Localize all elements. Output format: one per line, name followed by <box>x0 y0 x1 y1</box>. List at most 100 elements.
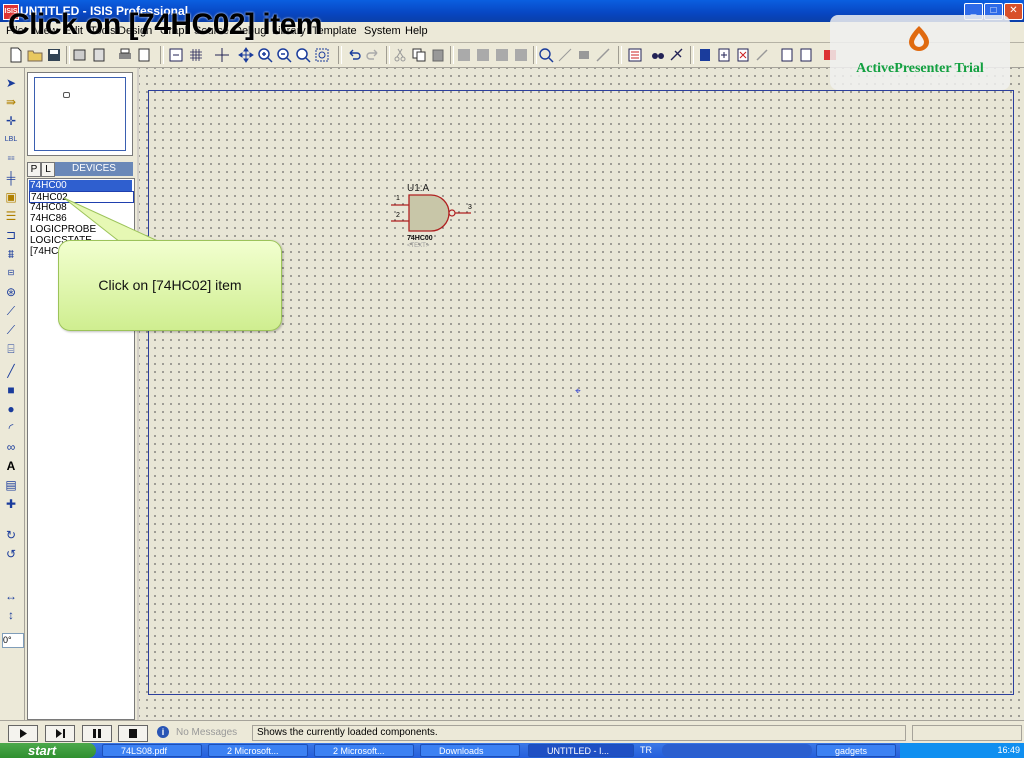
play-button[interactable] <box>8 725 38 742</box>
mirror-x-icon[interactable]: ↔ <box>4 589 18 603</box>
box-tool-icon[interactable]: ■ <box>4 383 18 397</box>
menu-help[interactable]: Help <box>405 25 428 37</box>
menu-system[interactable]: System <box>364 25 401 37</box>
line-tool-icon[interactable]: ╱ <box>4 364 18 378</box>
new-sheet-icon[interactable] <box>697 47 713 63</box>
status-text: Shows the currently loaded components. <box>252 725 906 741</box>
property-tool-icon[interactable] <box>669 47 685 63</box>
text-script-icon[interactable]: ≡≡ <box>4 152 18 166</box>
toolbar-separator <box>533 46 537 64</box>
export-icon[interactable] <box>91 47 107 63</box>
set-area-icon[interactable] <box>136 47 152 63</box>
pick-devices-button[interactable]: P <box>27 162 41 177</box>
package-tool-icon[interactable] <box>576 47 592 63</box>
taskbar-item[interactable]: 2 Microsoft... <box>208 744 308 757</box>
wire-autorouter-icon[interactable] <box>627 47 643 63</box>
device-pins-icon[interactable]: ⊐ <box>4 228 18 242</box>
pause-button[interactable] <box>82 725 112 742</box>
new-file-icon[interactable] <box>8 47 24 63</box>
block-copy-icon[interactable] <box>456 47 472 63</box>
origin-icon[interactable] <box>214 47 230 63</box>
trial-watermark: ActivePresenter Trial <box>830 15 1010 90</box>
media-player-bar[interactable] <box>662 744 812 757</box>
zoom-all-icon[interactable] <box>295 47 311 63</box>
voltage-probe-icon[interactable]: ⟋ <box>4 304 18 318</box>
stop-button[interactable] <box>118 725 148 742</box>
windows-taskbar: start 74LS08.pdf 2 Microsoft... 2 Micros… <box>0 743 1024 758</box>
buses-icon[interactable]: ╪ <box>4 171 18 185</box>
graph-mode-icon[interactable]: ⩩ <box>4 247 18 261</box>
rotate-anticlockwise-icon[interactable]: ↺ <box>4 547 18 561</box>
toolbar-separator <box>450 46 454 64</box>
arc-tool-icon[interactable]: ◜ <box>4 421 18 435</box>
library-manager-button[interactable]: L <box>41 162 55 177</box>
save-icon[interactable] <box>46 47 62 63</box>
taskbar-item[interactable]: Downloads <box>420 744 520 757</box>
copy-icon[interactable] <box>411 47 427 63</box>
grid-icon[interactable] <box>188 47 204 63</box>
terminals-icon[interactable]: ☰ <box>4 209 18 223</box>
start-button[interactable]: start <box>0 743 96 758</box>
path-tool-icon[interactable]: ∞ <box>4 440 18 454</box>
component-mode-icon[interactable]: ⇛ <box>4 95 18 109</box>
rotate-clockwise-icon[interactable]: ↻ <box>4 528 18 542</box>
make-device-icon[interactable] <box>557 47 573 63</box>
search-tag-icon[interactable] <box>650 47 666 63</box>
redraw-icon[interactable] <box>168 47 184 63</box>
taskbar-item[interactable]: 2 Microsoft... <box>314 744 414 757</box>
virtual-instruments-icon[interactable]: ⌸ <box>4 342 18 356</box>
toolbar-separator <box>338 46 342 64</box>
block-rotate-icon[interactable] <box>494 47 510 63</box>
add-sheet-icon[interactable] <box>716 47 732 63</box>
cut-icon[interactable] <box>392 47 408 63</box>
symbol-tool-icon[interactable]: ▤ <box>4 478 18 492</box>
block-move-icon[interactable] <box>475 47 491 63</box>
schematic-editing-window[interactable]: ⌖ U1:A 1 2 3 74HC00 <TEXT> <box>139 68 1024 720</box>
selection-mode-icon[interactable]: ➤ <box>4 76 18 90</box>
bill-of-materials-icon[interactable] <box>779 47 795 63</box>
paste-icon[interactable] <box>430 47 446 63</box>
tutorial-callout: Click on [74HC02] item <box>58 240 282 331</box>
zoom-area-icon[interactable] <box>314 47 330 63</box>
schematic-grid[interactable]: ⌖ U1:A 1 2 3 74HC00 <TEXT> <box>139 68 1024 718</box>
mode-toolbar: ➤ ⇛ ✛ LBL ≡≡ ╪ ▣ ☰ ⊐ ⩩ ⊟ ⊛ ⟋ ⟋ ⌸ ╱ ■ ● ◜… <box>0 68 25 720</box>
step-button[interactable] <box>45 725 75 742</box>
language-indicator[interactable]: TR <box>640 745 652 755</box>
taskbar-item[interactable]: gadgets <box>816 744 896 757</box>
origin-marker-icon: ⌖ <box>575 386 581 397</box>
taskbar-item[interactable]: 74LS08.pdf <box>102 744 202 757</box>
mirror-y-icon[interactable]: ↕ <box>4 608 18 622</box>
zoom-in-icon[interactable] <box>257 47 273 63</box>
wire-label-icon[interactable]: LBL <box>4 133 18 147</box>
generator-icon[interactable]: ⊛ <box>4 285 18 299</box>
nand-gate-component[interactable]: U1:A 1 2 3 74HC00 <TEXT> <box>389 183 489 253</box>
redo-icon[interactable] <box>365 47 381 63</box>
block-delete-icon[interactable] <box>513 47 529 63</box>
exit-parent-icon[interactable] <box>754 47 770 63</box>
import-icon[interactable] <box>72 47 88 63</box>
tape-recorder-icon[interactable]: ⊟ <box>4 266 18 280</box>
pan-icon[interactable] <box>238 47 254 63</box>
text-tool-icon[interactable]: A <box>4 459 18 473</box>
list-item[interactable]: 74HC00 <box>29 180 132 191</box>
taskbar-item-active[interactable]: UNTITLED - I... <box>528 744 634 757</box>
undo-icon[interactable] <box>346 47 362 63</box>
pick-device-icon[interactable] <box>538 47 554 63</box>
zoom-out-icon[interactable] <box>276 47 292 63</box>
marker-tool-icon[interactable]: ✚ <box>4 497 18 511</box>
component-text-field: <TEXT> <box>407 243 430 249</box>
print-icon[interactable] <box>117 47 133 63</box>
open-folder-icon[interactable] <box>27 47 43 63</box>
electrical-rules-check-icon[interactable] <box>798 47 814 63</box>
rotation-angle-field[interactable]: 0° <box>2 633 24 648</box>
subcircuit-icon[interactable]: ▣ <box>4 190 18 204</box>
circle-tool-icon[interactable]: ● <box>4 402 18 416</box>
message-count[interactable]: No Messages <box>176 727 237 738</box>
component-part-value: 74HC00 <box>407 235 433 242</box>
activepresenter-logo-icon <box>909 26 929 51</box>
current-probe-icon[interactable]: ⟋ <box>4 323 18 337</box>
overview-window[interactable] <box>27 72 133 156</box>
remove-sheet-icon[interactable] <box>735 47 751 63</box>
decompose-icon[interactable] <box>595 47 611 63</box>
junction-dot-icon[interactable]: ✛ <box>4 114 18 128</box>
